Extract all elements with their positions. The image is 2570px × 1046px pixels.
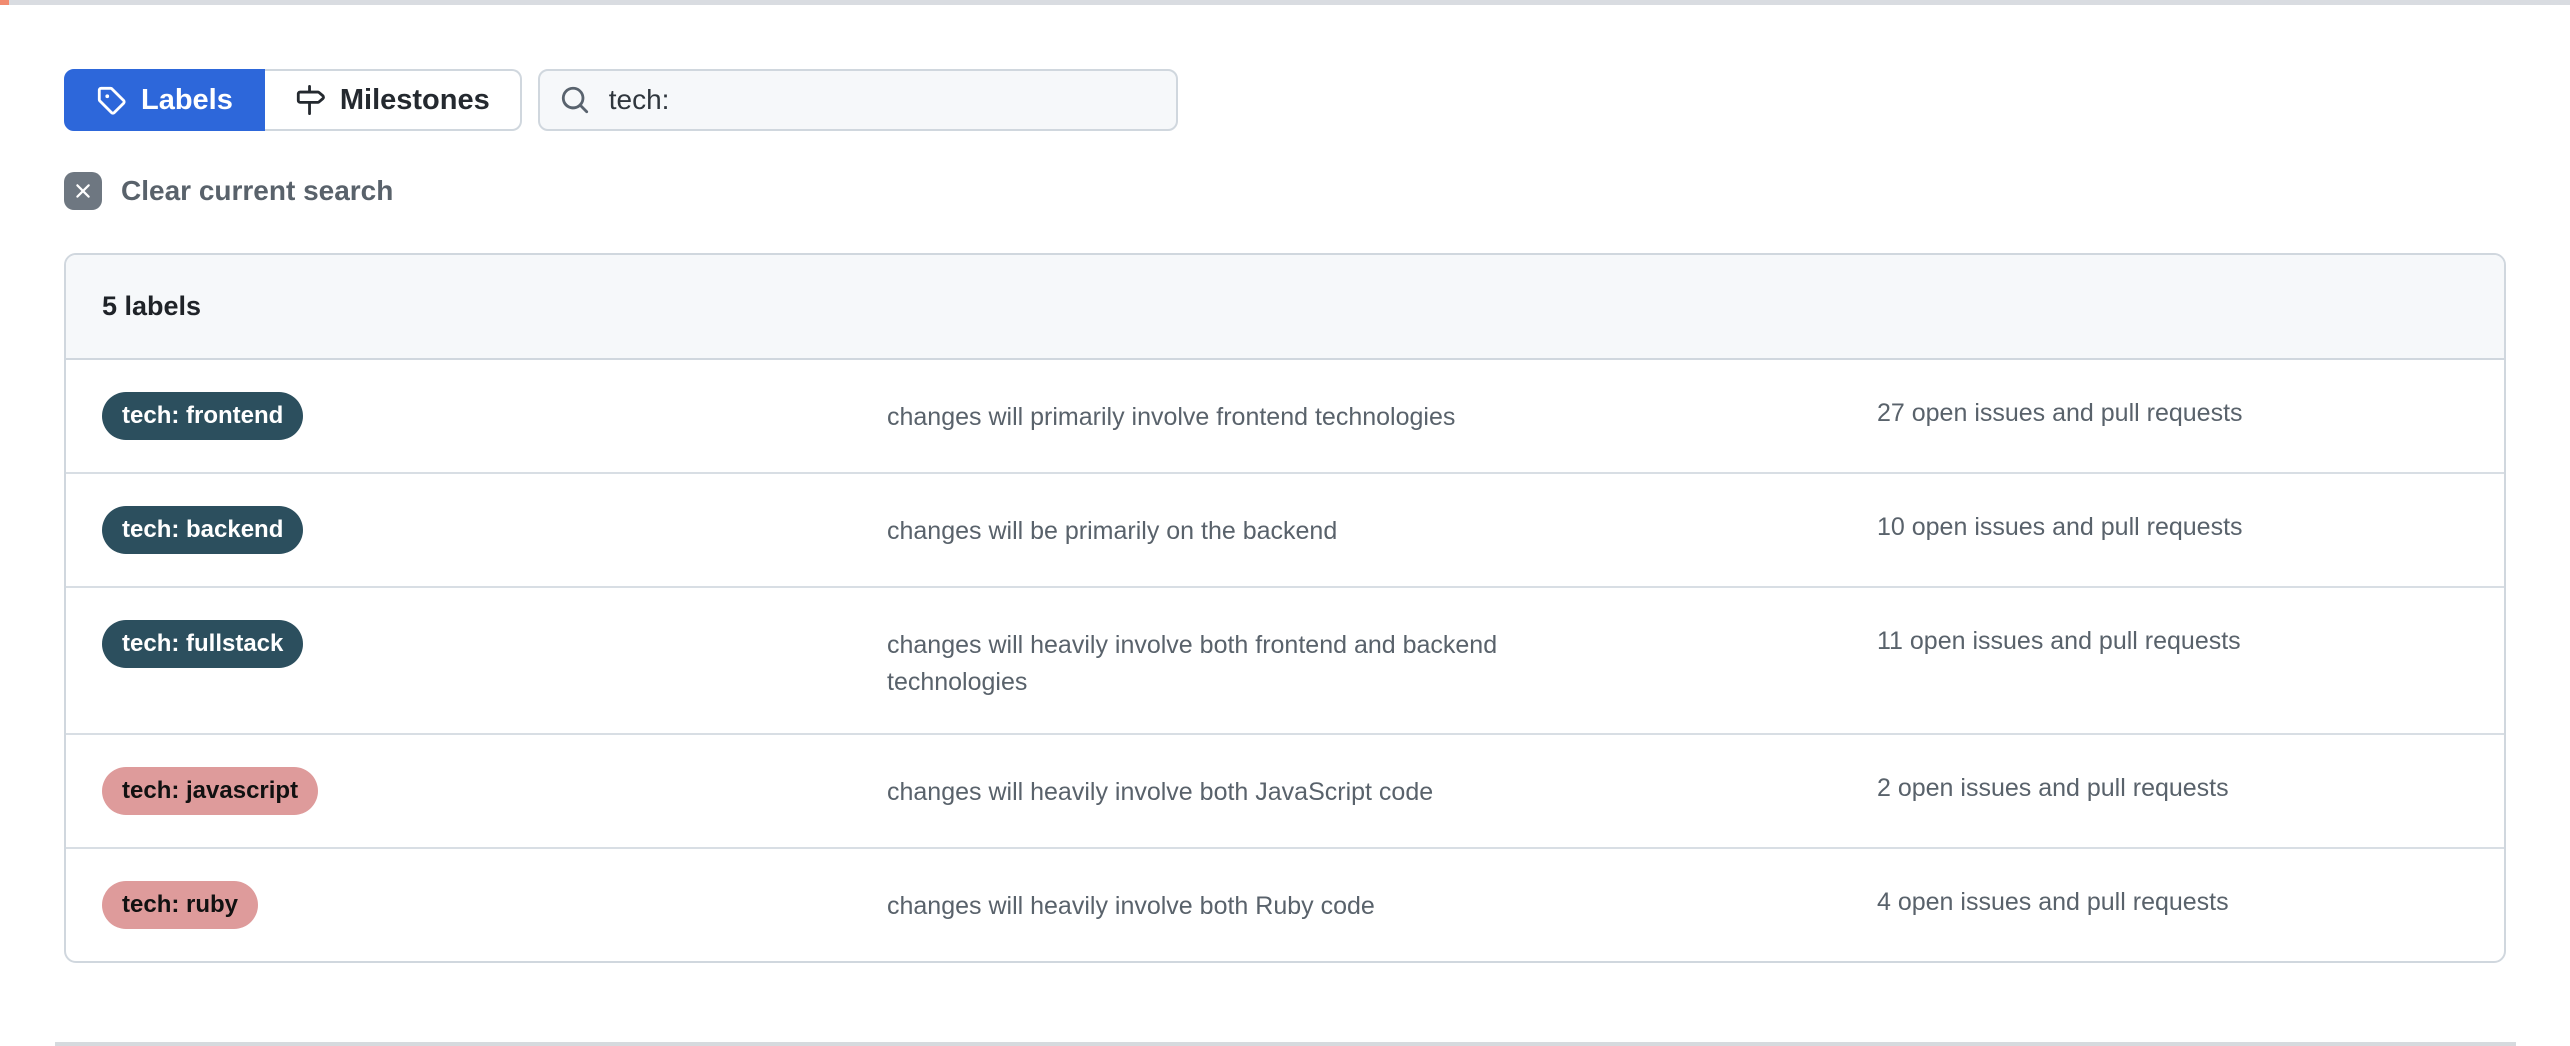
table-row: tech: fullstack changes will heavily inv… — [66, 586, 2504, 733]
labels-milestones-toggle: Labels Milestones — [64, 69, 522, 131]
tab-milestones-text: Milestones — [340, 84, 490, 117]
label-cell: tech: frontend — [66, 392, 887, 440]
label-badge[interactable]: tech: fullstack — [102, 620, 303, 668]
label-cell: tech: fullstack — [66, 620, 887, 668]
labels-page: Labels Milestones — [0, 0, 2570, 1046]
label-description: changes will heavily involve both fronte… — [887, 620, 1877, 701]
top-loading-bar-progress — [0, 0, 9, 5]
tab-milestones[interactable]: Milestones — [265, 69, 522, 131]
label-search-box — [538, 69, 1178, 131]
table-row: tech: backend changes will be primarily … — [66, 472, 2504, 586]
label-count-link[interactable]: 27 open issues and pull requests — [1877, 399, 2243, 427]
milestone-icon — [295, 85, 325, 115]
label-count-cell: 2 open issues and pull requests — [1877, 767, 2504, 803]
label-badge[interactable]: tech: javascript — [102, 767, 318, 815]
label-cell: tech: javascript — [66, 767, 887, 815]
label-count-link[interactable]: 4 open issues and pull requests — [1877, 888, 2229, 916]
label-description: changes will primarily involve frontend … — [887, 392, 1877, 436]
footer-divider — [55, 1042, 2516, 1046]
top-loading-bar — [0, 0, 2570, 5]
label-count-cell: 10 open issues and pull requests — [1877, 506, 2504, 542]
table-row: tech: frontend changes will primarily in… — [66, 360, 2504, 472]
search-icon — [560, 85, 590, 115]
table-row: tech: ruby changes will heavily involve … — [66, 847, 2504, 961]
label-count-link[interactable]: 10 open issues and pull requests — [1877, 513, 2243, 541]
clear-current-search-link[interactable]: Clear current search — [64, 172, 393, 210]
label-description: changes will heavily involve both JavaSc… — [887, 767, 1877, 811]
label-count-link[interactable]: 11 open issues and pull requests — [1877, 627, 2241, 655]
tab-labels-text: Labels — [141, 84, 233, 117]
label-description: changes will be primarily on the backend — [887, 506, 1877, 550]
label-badge[interactable]: tech: ruby — [102, 881, 258, 929]
label-badge[interactable]: tech: frontend — [102, 392, 303, 440]
label-count-cell: 11 open issues and pull requests — [1877, 620, 2504, 656]
label-badge[interactable]: tech: backend — [102, 506, 303, 554]
labels-table-body: tech: frontend changes will primarily in… — [66, 360, 2504, 961]
label-count-link[interactable]: 2 open issues and pull requests — [1877, 774, 2229, 802]
labels-card: 5 labels tech: frontend changes will pri… — [64, 253, 2506, 963]
tag-icon — [96, 85, 126, 115]
search-input[interactable] — [607, 83, 1156, 117]
label-description: changes will heavily involve both Ruby c… — [887, 881, 1877, 925]
label-count-cell: 4 open issues and pull requests — [1877, 881, 2504, 917]
clear-current-search-label: Clear current search — [121, 175, 393, 207]
labels-count-header: 5 labels — [66, 255, 2504, 360]
tab-labels[interactable]: Labels — [64, 69, 265, 131]
label-count-cell: 27 open issues and pull requests — [1877, 392, 2504, 428]
label-cell: tech: backend — [66, 506, 887, 554]
label-cell: tech: ruby — [66, 881, 887, 929]
table-row: tech: javascript changes will heavily in… — [66, 733, 2504, 847]
filter-controls: Labels Milestones — [64, 69, 1178, 131]
x-icon — [64, 172, 102, 210]
